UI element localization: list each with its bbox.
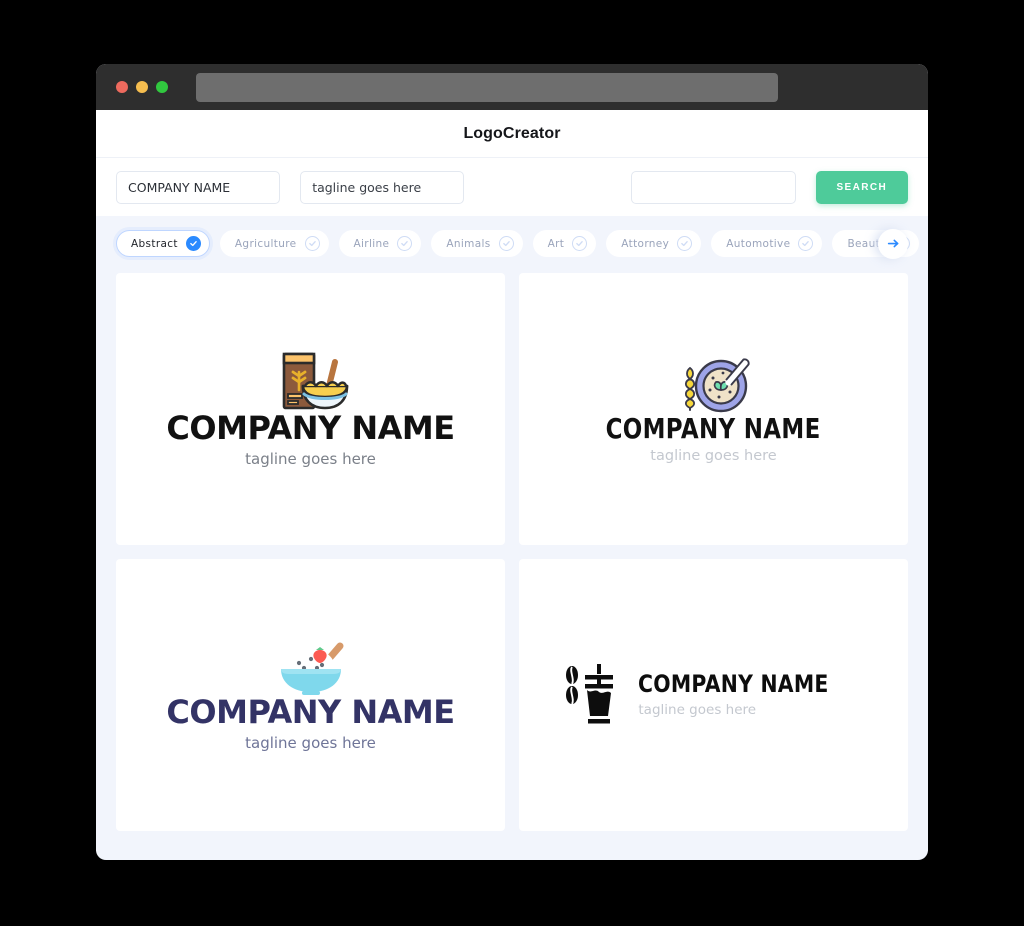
close-button[interactable] bbox=[116, 81, 128, 93]
category-pill-automotive[interactable]: Automotive bbox=[711, 230, 823, 257]
logo-company-name: COMPANY NAME bbox=[166, 408, 455, 447]
coffee-beans-and-cup-icon bbox=[564, 664, 624, 726]
logo-text: COMPANY NAME tagline goes here bbox=[638, 670, 862, 718]
category-pill-airline[interactable]: Airline bbox=[338, 230, 422, 257]
cereal-box-and-bowl-icon bbox=[272, 350, 350, 412]
category-pill-abstract[interactable]: Abstract bbox=[116, 230, 210, 257]
keyword-input[interactable] bbox=[631, 170, 796, 204]
window-controls bbox=[116, 81, 168, 93]
category-pill-animals[interactable]: Animals bbox=[431, 230, 523, 257]
categories-next-button[interactable] bbox=[878, 228, 908, 259]
logo-results-grid: COMPANY NAME tagline goes here COMPANY N… bbox=[96, 265, 928, 851]
logo-card-1[interactable]: COMPANY NAME tagline goes here bbox=[116, 273, 505, 545]
search-button[interactable]: SEARCH bbox=[815, 170, 909, 204]
logo-text: COMPANY NAME tagline goes here bbox=[582, 412, 844, 464]
check-circle-icon bbox=[572, 236, 588, 251]
logo-company-name: COMPANY NAME bbox=[166, 692, 455, 731]
logo-preview: COMPANY NAME tagline goes here bbox=[582, 354, 844, 464]
category-label: Animals bbox=[446, 237, 491, 250]
logo-card-3[interactable]: COMPANY NAME tagline goes here bbox=[116, 559, 505, 831]
maximize-button[interactable] bbox=[156, 81, 168, 93]
category-label: Attorney bbox=[621, 237, 670, 250]
check-circle-icon bbox=[677, 236, 693, 251]
logo-tagline: tagline goes here bbox=[638, 701, 757, 718]
logo-text: COMPANY NAME tagline goes here bbox=[166, 408, 455, 469]
address-bar[interactable] bbox=[196, 72, 778, 102]
browser-window: LogoCreator COMPANY NAME tagline goes he… bbox=[96, 64, 928, 860]
company-name-input[interactable]: COMPANY NAME bbox=[116, 170, 281, 204]
wheat-and-oatmeal-bowl-icon bbox=[677, 354, 751, 414]
app-header: LogoCreator bbox=[96, 110, 928, 158]
category-pill-agriculture[interactable]: Agriculture bbox=[219, 230, 329, 257]
page-title: LogoCreator bbox=[463, 124, 561, 142]
category-filter-bar: Abstract Agriculture Airline Animals Art… bbox=[96, 216, 928, 265]
category-label: Automotive bbox=[726, 237, 791, 250]
logo-preview: COMPANY NAME tagline goes here bbox=[166, 638, 455, 753]
logo-tagline: tagline goes here bbox=[245, 450, 376, 469]
category-label: Abstract bbox=[131, 237, 178, 250]
check-circle-icon bbox=[498, 236, 514, 251]
category-pill-attorney[interactable]: Attorney bbox=[606, 230, 702, 257]
bowl-with-strawberry-and-spoon-icon bbox=[273, 638, 349, 696]
search-bar: COMPANY NAME tagline goes here SEARCH bbox=[96, 158, 928, 216]
logo-tagline: tagline goes here bbox=[245, 734, 376, 753]
category-label: Airline bbox=[353, 237, 390, 250]
tagline-input[interactable]: tagline goes here bbox=[300, 170, 465, 204]
category-pill-list: Abstract Agriculture Airline Animals Art… bbox=[116, 228, 919, 259]
logo-preview: COMPANY NAME tagline goes here bbox=[166, 350, 455, 469]
logo-preview: COMPANY NAME tagline goes here bbox=[564, 664, 862, 726]
minimize-button[interactable] bbox=[136, 81, 148, 93]
check-circle-icon bbox=[185, 236, 201, 251]
check-circle-icon bbox=[304, 236, 320, 251]
check-circle-icon bbox=[397, 236, 413, 251]
logo-company-name: COMPANY NAME bbox=[638, 670, 829, 699]
logo-text: COMPANY NAME tagline goes here bbox=[166, 692, 455, 753]
arrow-right-icon bbox=[887, 239, 898, 248]
logo-tagline: tagline goes here bbox=[650, 447, 777, 464]
category-label: Agriculture bbox=[234, 237, 297, 250]
category-pill-art[interactable]: Art bbox=[532, 230, 597, 257]
browser-titlebar bbox=[96, 64, 928, 110]
logo-card-2[interactable]: COMPANY NAME tagline goes here bbox=[519, 273, 908, 545]
category-label: Art bbox=[547, 237, 565, 250]
check-circle-icon bbox=[798, 236, 814, 251]
logo-card-4[interactable]: COMPANY NAME tagline goes here bbox=[519, 559, 908, 831]
logo-company-name: COMPANY NAME bbox=[606, 412, 821, 446]
